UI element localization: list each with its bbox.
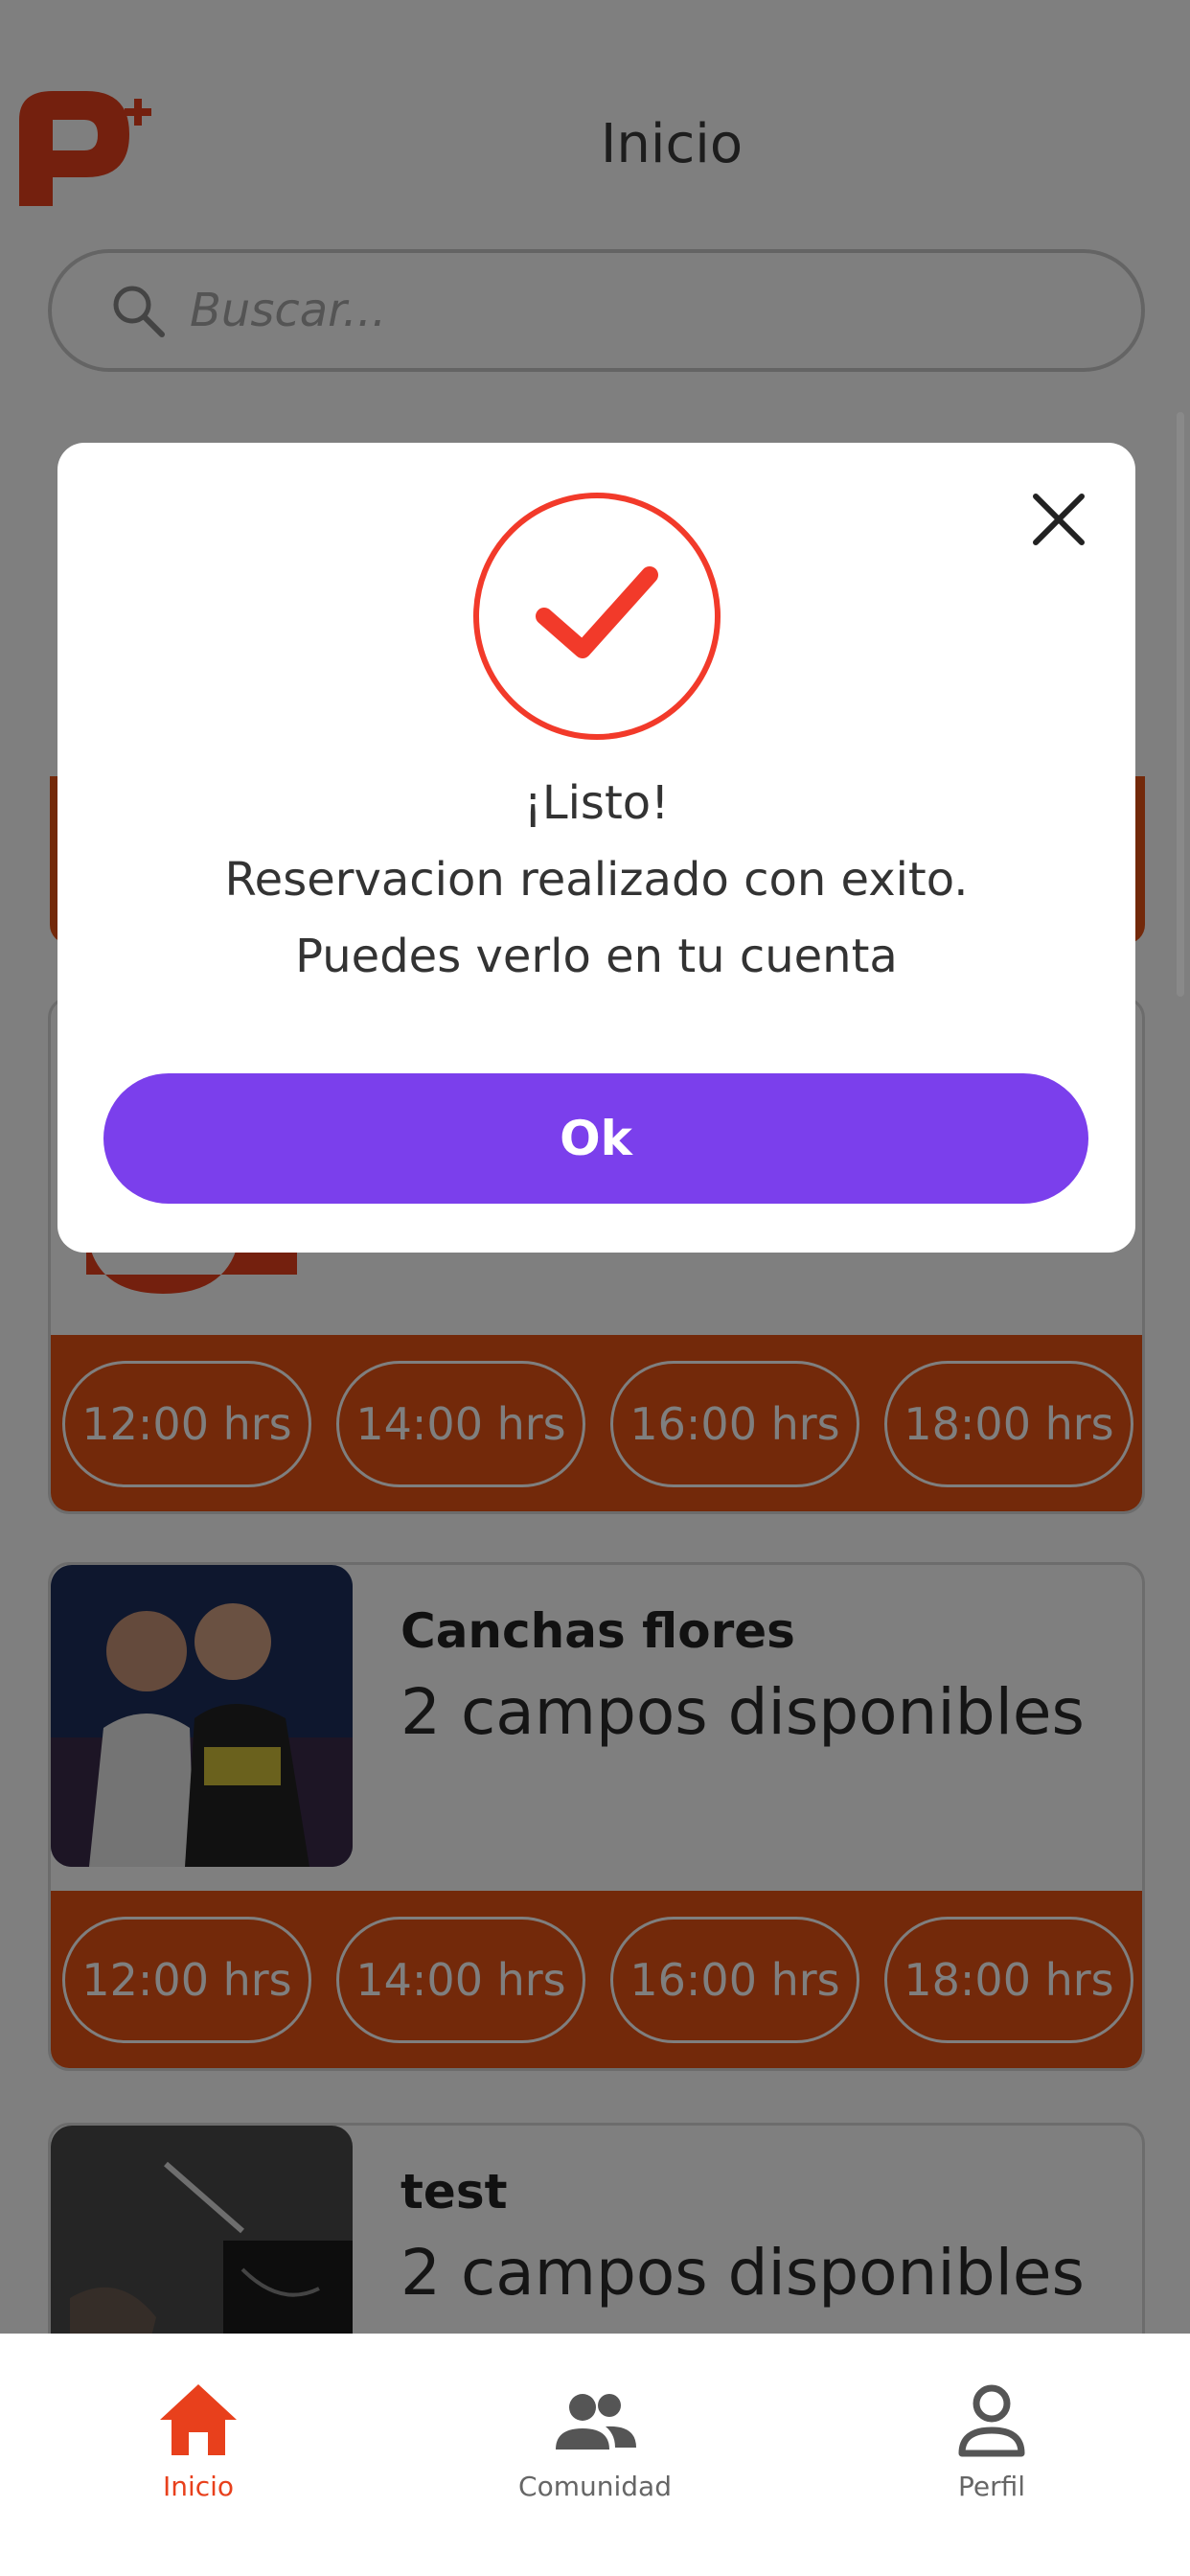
success-dialog: ¡Listo! Reservacion realizado con exito.…	[57, 443, 1135, 1253]
nav-label: Comunidad	[518, 2471, 672, 2502]
checkmark-icon	[536, 566, 658, 658]
success-icon	[473, 493, 721, 740]
dialog-title: ¡Listo!	[523, 776, 670, 830]
dialog-message: Reservacion realizado con exito.	[224, 853, 969, 907]
nav-item-comunidad[interactable]: Comunidad	[397, 2334, 793, 2576]
scrollbar[interactable]	[1177, 412, 1184, 997]
nav-item-inicio[interactable]: Inicio	[0, 2334, 397, 2576]
close-button[interactable]	[1020, 481, 1097, 558]
person-icon	[958, 2384, 1025, 2457]
app-screen: Inicio 12:00 hrs 14:00 hrs 16:00 hrs 18:…	[0, 0, 1190, 2576]
home-icon	[160, 2384, 237, 2455]
dialog-message-secondary: Puedes verlo en tu cuenta	[295, 930, 898, 983]
nav-label: Perfil	[957, 2471, 1026, 2502]
nav-item-perfil[interactable]: Perfil	[793, 2334, 1190, 2576]
nav-label: Inicio	[162, 2471, 235, 2502]
ok-button[interactable]: Ok	[103, 1073, 1088, 1204]
bottom-navigation: Inicio Comunidad Perfil	[0, 2334, 1190, 2576]
people-icon	[556, 2394, 636, 2450]
close-icon	[1033, 494, 1085, 545]
